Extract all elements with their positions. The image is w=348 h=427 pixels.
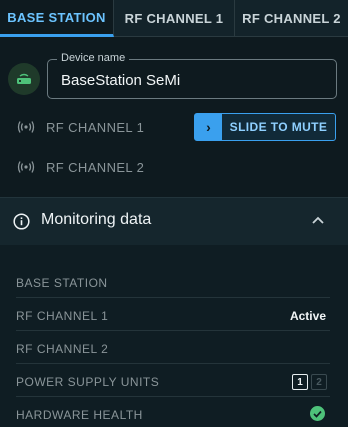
psu-1-indicator: 1: [292, 374, 308, 390]
slide-to-mute-button[interactable]: › SLIDE TO MUTE: [194, 113, 336, 141]
monitoring-title: Monitoring data: [41, 211, 152, 228]
device-name-value[interactable]: BaseStation SeMi: [61, 72, 180, 89]
channel-2-label: RF CHANNEL 2: [46, 160, 145, 175]
monitor-row-rf-channel-1: RF CHANNEL 1 Active: [16, 298, 330, 331]
monitor-label: RF CHANNEL 2: [16, 342, 109, 356]
check-circle-icon: [310, 406, 325, 421]
channel-row-1: RF CHANNEL 1 › SLIDE TO MUTE: [0, 112, 348, 142]
device-name-row: Device name BaseStation SeMi: [0, 52, 348, 102]
tab-bar: BASE STATION RF CHANNEL 1 RF CHANNEL 2: [0, 0, 348, 37]
info-icon: [13, 213, 30, 230]
monitor-label: POWER SUPPLY UNITS: [16, 375, 160, 389]
psu-2-indicator: 2: [311, 374, 327, 390]
router-icon: [8, 63, 40, 95]
monitoring-header[interactable]: Monitoring data: [0, 197, 348, 245]
wireless-icon: [17, 121, 35, 133]
monitor-row-hardware-health: HARDWARE HEALTH: [16, 397, 330, 427]
status-value: Active: [289, 309, 326, 323]
monitor-label: BASE STATION: [16, 276, 108, 290]
device-name-label: Device name: [57, 52, 130, 64]
monitoring-body: BASE STATION RF CHANNEL 1 Active RF CHAN…: [0, 245, 348, 427]
monitor-label: HARDWARE HEALTH: [16, 408, 143, 422]
slide-to-mute-label: SLIDE TO MUTE: [229, 120, 328, 134]
channel-row-2: RF CHANNEL 2: [0, 152, 348, 182]
tab-rf-channel-2[interactable]: RF CHANNEL 2: [235, 0, 348, 37]
monitor-label: RF CHANNEL 1: [16, 309, 109, 323]
wireless-icon: [17, 161, 35, 173]
device-name-field[interactable]: Device name BaseStation SeMi: [47, 52, 337, 99]
slider-handle-icon[interactable]: ›: [195, 114, 222, 140]
tab-base-station[interactable]: BASE STATION: [0, 0, 114, 37]
monitor-row-base-station: BASE STATION: [16, 265, 330, 298]
chevron-up-icon[interactable]: [311, 215, 325, 225]
monitor-row-power-supply: POWER SUPPLY UNITS 1 2: [16, 364, 330, 397]
monitor-row-rf-channel-2: RF CHANNEL 2: [16, 331, 330, 364]
tab-rf-channel-1[interactable]: RF CHANNEL 1: [114, 0, 235, 37]
channel-1-label: RF CHANNEL 1: [46, 120, 145, 135]
